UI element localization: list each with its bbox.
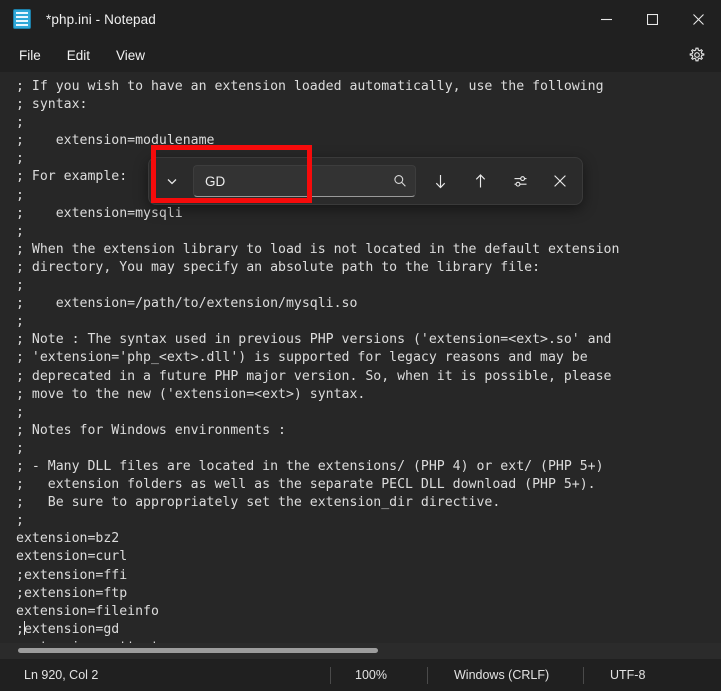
horizontal-scrollbar[interactable] [0,643,721,659]
status-bar: Ln 920, Col 2 100% Windows (CRLF) UTF-8 [0,659,721,691]
chevron-down-icon[interactable] [155,164,189,198]
find-bar [148,157,583,205]
search-input[interactable] [194,173,415,189]
line-ending[interactable]: Windows (CRLF) [428,659,583,691]
menu-item-edit[interactable]: Edit [54,44,103,67]
find-previous-button[interactable] [464,165,496,197]
close-icon[interactable] [544,165,576,197]
title-bar: *php.ini - Notepad [0,0,721,38]
search-input-wrapper[interactable] [193,165,416,197]
encoding[interactable]: UTF-8 [584,659,659,691]
minimize-button[interactable] [583,0,629,38]
find-next-button[interactable] [424,165,456,197]
window-title: *php.ini - Notepad [46,11,156,27]
menu-item-view[interactable]: View [103,44,158,67]
window-controls [583,0,721,38]
editor-area[interactable]: ; If you wish to have an extension loade… [0,72,721,659]
zoom-level[interactable]: 100% [331,659,427,691]
notepad-icon [13,9,31,29]
menu-bar: File Edit View [0,38,721,72]
horizontal-scrollbar-thumb[interactable] [18,648,378,653]
close-button[interactable] [675,0,721,38]
gear-icon[interactable] [683,42,711,68]
notepad-window: *php.ini - Notepad File Edit View ; If y… [0,0,721,691]
search-icon [393,174,407,188]
find-options-icon[interactable] [504,165,536,197]
cursor-position[interactable]: Ln 920, Col 2 [0,659,330,691]
maximize-button[interactable] [629,0,675,38]
menu-item-file[interactable]: File [6,44,54,67]
